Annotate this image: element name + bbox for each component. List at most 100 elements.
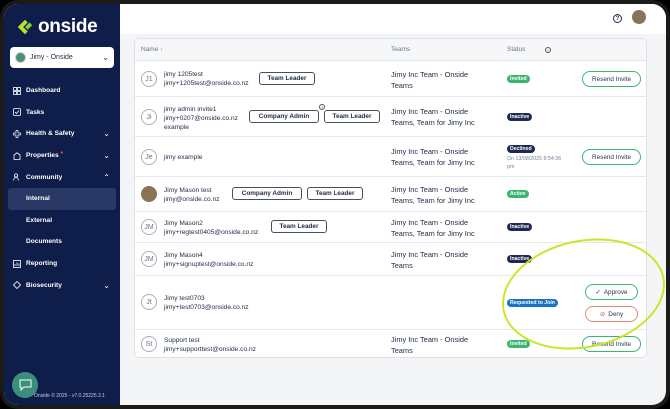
member-name: Jimy test0703 xyxy=(164,294,205,303)
sidebar-item-external[interactable]: External xyxy=(4,210,120,232)
teams-line: Teams, Team for Jimy Inc xyxy=(391,117,475,128)
member-email: jimy+test0703@onside.co.nz xyxy=(164,303,249,312)
teams-line: Jimy Inc Team - Onside xyxy=(391,249,468,260)
role-help-icon[interactable]: ? xyxy=(319,104,325,110)
chevron-down-icon: ⌄ xyxy=(102,53,109,62)
teams-line: Jimy Inc Team - Onside xyxy=(391,69,468,80)
tasks-icon xyxy=(13,108,21,116)
avatar: Je xyxy=(141,149,157,165)
member-email: jimy+0207@onside.co.nz xyxy=(164,114,238,123)
avatar: JM xyxy=(141,251,157,267)
community-icon xyxy=(13,173,21,181)
status-badge: Active xyxy=(507,190,529,198)
role-tag: Team Leader xyxy=(259,72,315,85)
avatar: Ji xyxy=(141,109,157,125)
resend-invite-button[interactable]: Resend Invite xyxy=(582,149,641,165)
sidebar-item-properties[interactable]: Properties• ⌄ xyxy=(4,145,120,167)
account-name: Jimy - Onside xyxy=(30,54,73,61)
table-row[interactable]: Ji jimy admin invite1 jimy+0207@onside.c… xyxy=(135,97,646,137)
onside-logo-icon xyxy=(16,18,34,36)
table-row[interactable]: J1 jimy 1205test jimy+1205test@onside.co… xyxy=(135,61,646,97)
status-badge: Inactive xyxy=(507,223,532,231)
resend-invite-button[interactable]: Resend Invite xyxy=(582,71,641,87)
column-header-status: Status xyxy=(507,46,525,53)
member-name: jimy admin invite1 xyxy=(164,105,216,114)
avatar: JM xyxy=(141,219,157,235)
app-screen: onside Jimy - Onside ⌄ Dashboard Tasks H… xyxy=(4,4,666,405)
teams-line: Jimy Inc Team - Onside xyxy=(391,146,468,157)
role-tag: Team Leader xyxy=(271,220,327,233)
biosecurity-icon xyxy=(13,281,21,289)
teams-line: Teams xyxy=(391,260,413,271)
properties-icon xyxy=(13,152,21,160)
chevron-down-icon: ⌄ xyxy=(103,129,110,138)
teams-line: Jimy Inc Team - Onside xyxy=(391,334,468,345)
sidebar-item-reporting[interactable]: Reporting xyxy=(4,253,120,275)
version-text: Onside © 2025 - v7.0.25225.3.1 xyxy=(34,393,105,399)
logo-text: onside xyxy=(38,16,97,38)
teams-line: Teams xyxy=(391,345,413,356)
member-name: jimy example xyxy=(164,153,202,162)
column-header-teams: Teams xyxy=(391,46,410,53)
status-help-icon[interactable]: ? xyxy=(545,47,551,53)
onside-logo[interactable]: onside xyxy=(16,16,97,38)
avatar: J1 xyxy=(141,71,157,87)
sidebar-item-documents[interactable]: Documents xyxy=(4,231,120,253)
member-name: Jimy Mason test xyxy=(164,186,212,195)
sidebar-item-label: Health & Safety xyxy=(26,130,74,137)
avatar: St xyxy=(141,336,157,352)
top-bar: ? xyxy=(120,4,666,34)
sidebar-item-dashboard[interactable]: Dashboard xyxy=(4,80,120,102)
member-name: Jimy Mason2 xyxy=(164,219,203,228)
table-row[interactable]: Je jimy example Jimy Inc Team - Onside T… xyxy=(135,137,646,177)
role-tag: Team Leader xyxy=(307,187,363,200)
status-badge: Inactive xyxy=(507,113,532,121)
device-frame: onside Jimy - Onside ⌄ Dashboard Tasks H… xyxy=(0,0,670,409)
teams-line: Jimy Inc Team - Onside xyxy=(391,217,468,228)
role-tag: Company Admin xyxy=(249,110,319,123)
chevron-down-icon: ⌄ xyxy=(103,151,110,160)
sidebar-item-tasks[interactable]: Tasks xyxy=(4,102,120,124)
sidebar-item-health-safety[interactable]: Health & Safety ⌄ xyxy=(4,123,120,145)
sidebar-item-community[interactable]: Community ⌃ xyxy=(4,166,120,188)
sidebar-nav: Dashboard Tasks Health & Safety ⌄ Propert… xyxy=(4,80,120,296)
user-avatar[interactable] xyxy=(632,10,646,24)
sidebar-item-label: External xyxy=(26,217,52,224)
avatar xyxy=(141,186,157,202)
sidebar-item-label: Properties xyxy=(26,152,59,159)
health-safety-icon xyxy=(13,130,21,138)
sidebar-item-label: Documents xyxy=(26,238,62,245)
table-header: Name ↑ Teams Status ? xyxy=(135,39,646,61)
notification-dot-icon: • xyxy=(61,150,63,157)
teams-line: Teams xyxy=(391,80,413,91)
status-badge: Invited xyxy=(507,75,530,83)
teams-line: Teams, Team for Jimy Inc xyxy=(391,157,475,168)
table-row[interactable]: Jimy Mason test jimy@onside.co.nz Compan… xyxy=(135,177,646,212)
dashboard-icon xyxy=(13,87,21,95)
sidebar-item-label: Community xyxy=(26,174,62,181)
chevron-down-icon: ⌄ xyxy=(103,281,110,290)
status-badge: Declined xyxy=(507,145,535,153)
teams-line: Jimy Inc Team - Onside xyxy=(391,184,468,195)
teams-line: Teams, Team for Jimy Inc xyxy=(391,195,475,206)
member-name: Support test xyxy=(164,336,200,345)
chevron-up-icon: ⌃ xyxy=(103,173,110,182)
member-name: jimy 1205test xyxy=(164,70,203,79)
column-header-name[interactable]: Name ↑ xyxy=(141,46,163,53)
member-email: jimy+supporttest@onside.co.nz xyxy=(164,345,256,354)
sidebar-item-label: Dashboard xyxy=(26,87,60,94)
account-switcher[interactable]: Jimy - Onside ⌄ xyxy=(10,47,114,68)
sidebar-item-biosecurity[interactable]: Biosecurity⌄ xyxy=(4,274,120,296)
chat-icon xyxy=(19,379,32,391)
sidebar-item-internal[interactable]: Internal xyxy=(8,188,116,210)
role-tag: Team Leader xyxy=(324,110,380,123)
reporting-icon xyxy=(13,260,21,268)
help-icon[interactable]: ? xyxy=(613,14,622,23)
member-email: jimy+regtest0405@onside.co.nz xyxy=(164,228,258,237)
sidebar-item-label: Internal xyxy=(26,195,50,202)
sidebar-item-label: Tasks xyxy=(26,109,44,116)
table-row[interactable]: JM Jimy Mason2 jimy+regtest0405@onside.c… xyxy=(135,212,646,243)
member-email: jimy@onside.co.nz xyxy=(164,195,219,204)
member-email-cont: example xyxy=(164,123,189,132)
account-avatar xyxy=(15,52,26,63)
